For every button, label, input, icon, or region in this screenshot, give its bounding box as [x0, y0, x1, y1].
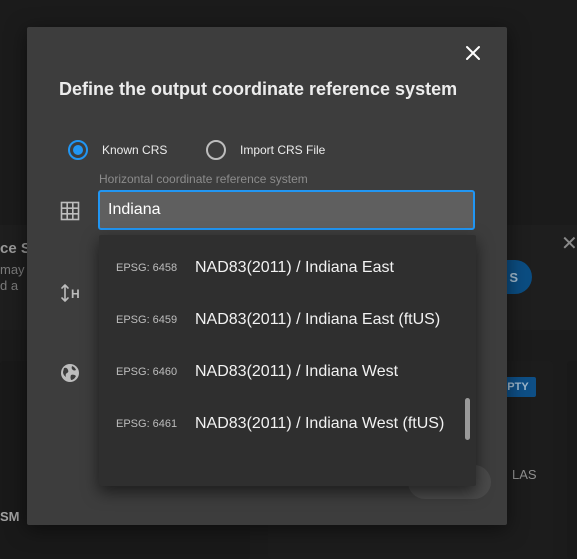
radio-button-unchecked[interactable] — [206, 140, 226, 160]
radio-known-crs[interactable]: Known CRS — [68, 139, 167, 161]
dropdown-option-6461[interactable]: EPSG: 6461 NAD83(2011) / Indiana West (f… — [99, 391, 476, 461]
grid-icon — [60, 201, 80, 221]
option-epsg-code: EPSG: 6459 — [116, 314, 178, 326]
background-las-label: LAS — [512, 467, 537, 482]
field-label-horizontal-crs: Horizontal coordinate reference system — [99, 172, 308, 186]
dropdown-option-6460[interactable]: EPSG: 6460 NAD83(2011) / Indiana West — [99, 339, 476, 391]
crs-dropdown: EPSG: 6458 NAD83(2011) / Indiana East EP… — [99, 235, 476, 486]
background-close-icon: ✕ — [561, 233, 577, 255]
dropdown-scrollbar[interactable] — [465, 398, 470, 440]
option-crs-name: NAD83(2011) / Indiana East (ftUS) — [195, 311, 441, 328]
background-card-3 — [567, 361, 577, 559]
close-icon[interactable] — [462, 42, 484, 64]
crs-search-input[interactable] — [98, 190, 475, 230]
dialog-title: Define the output coordinate reference s… — [59, 79, 458, 99]
option-epsg-code: EPSG: 6458 — [116, 262, 178, 274]
radio-label-known-crs[interactable]: Known CRS — [102, 143, 167, 157]
background-banner-text: may — [0, 262, 25, 277]
option-crs-name: NAD83(2011) / Indiana East — [195, 259, 394, 276]
close-icon-glyph — [466, 46, 480, 60]
option-crs-name: NAD83(2011) / Indiana West (ftUS) — [195, 415, 445, 432]
background-banner-text-2: d a — [0, 278, 19, 293]
dropdown-option-6459[interactable]: EPSG: 6459 NAD83(2011) / Indiana East (f… — [99, 287, 476, 339]
globe-icon — [60, 363, 80, 383]
radio-button-checked[interactable] — [68, 140, 88, 160]
radio-import-crs-file[interactable]: Import CRS File — [206, 139, 325, 161]
option-epsg-code: EPSG: 6461 — [116, 418, 178, 430]
option-crs-name: NAD83(2011) / Indiana West — [195, 363, 399, 380]
option-epsg-code: EPSG: 6460 — [116, 366, 178, 378]
dropdown-option-6458[interactable]: EPSG: 6458 NAD83(2011) / Indiana East — [99, 235, 476, 287]
background-card-label: SM — [0, 509, 20, 524]
height-icon: H — [60, 283, 82, 303]
height-icon-letter: H — [71, 287, 80, 301]
radio-label-import-crs-file[interactable]: Import CRS File — [240, 143, 325, 157]
